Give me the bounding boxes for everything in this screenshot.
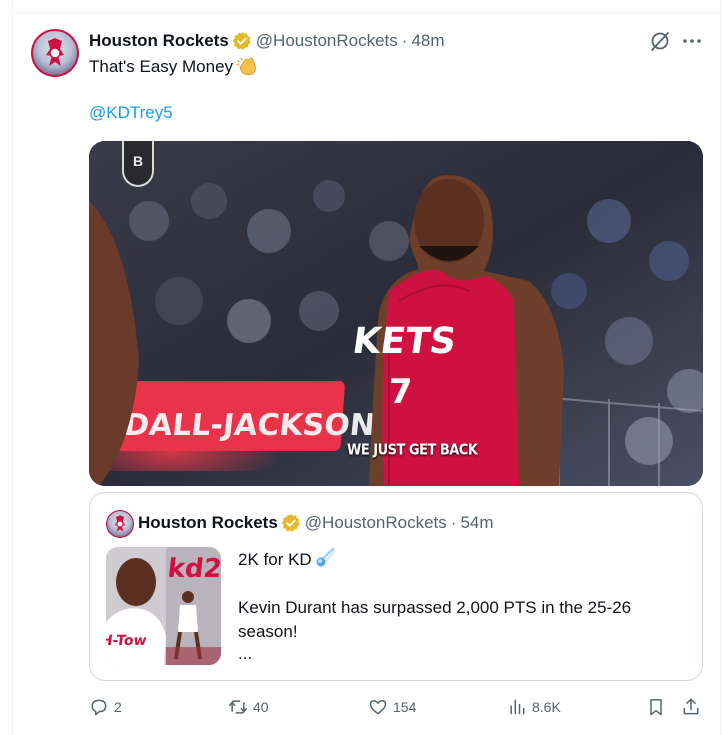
quoted-author-avatar[interactable] <box>106 510 134 538</box>
rockets-mark-icon: B <box>132 153 144 169</box>
svg-text:7: 7 <box>389 372 413 412</box>
quoted-text-body: Kevin Durant has surpassed 2,000 PTS in … <box>238 598 632 641</box>
tweet-header: Houston Rockets @HoustonRockets · 48m <box>89 30 445 52</box>
reply-icon <box>91 699 107 716</box>
quoted-timestamp: 54m <box>460 513 494 532</box>
quoted-text-line1: 2K for KD <box>238 547 336 570</box>
quoted-tweet[interactable]: Houston Rockets @HoustonRockets · 54m kd… <box>89 492 703 681</box>
kd-2k-graphic: kd2k H-Tow <box>106 547 221 665</box>
tweet-text: That's Easy Money <box>89 56 258 78</box>
quoted-author-handle: @HoustonRockets <box>304 513 447 532</box>
like-button[interactable]: 154 <box>368 694 416 720</box>
tweet-text-content: That's Easy Money <box>89 57 234 76</box>
svg-text:NDALL-JACKSON: NDALL-JACKSON <box>97 408 376 443</box>
tweet-video[interactable]: NDALL-JACKSON KETS 7 B WE JUST GET BACK <box>89 141 703 486</box>
bookmark-icon <box>650 699 662 716</box>
author-handle[interactable]: @HoustonRockets <box>256 31 398 51</box>
quoted-tweet-image[interactable]: kd2k H-Tow <box>106 547 221 665</box>
author-avatar[interactable] <box>31 29 79 77</box>
quoted-author-name: Houston Rockets <box>138 513 278 532</box>
quoted-text-title: 2K for KD <box>238 550 312 569</box>
tweet-timestamp[interactable]: 48m <box>411 31 444 51</box>
timeline-divider <box>12 12 721 13</box>
timeline-border-left <box>12 0 13 735</box>
grok-icon[interactable] <box>648 29 672 53</box>
svg-text:H-Tow: H-Tow <box>106 633 148 649</box>
svg-text:kd2k: kd2k <box>166 554 221 584</box>
separator-dot: · <box>401 31 408 50</box>
reply-button[interactable]: 2 <box>89 694 122 720</box>
video-team-logo: B <box>122 141 154 187</box>
clapping-hands-icon <box>236 57 256 76</box>
share-icon <box>683 698 699 715</box>
views-button[interactable]: 8.6K <box>507 694 561 720</box>
separator-dot: · <box>450 513 457 532</box>
verified-badge-icon[interactable] <box>232 31 252 51</box>
quoted-text-ellipsis: ... <box>238 644 253 663</box>
author-name[interactable]: Houston Rockets <box>89 31 229 51</box>
views-chart-icon <box>510 699 525 715</box>
rockets-logo-icon <box>106 510 134 538</box>
video-frame-image: NDALL-JACKSON KETS 7 <box>89 141 703 486</box>
svg-text:KETS: KETS <box>350 319 459 362</box>
views-count: 8.6K <box>532 699 561 715</box>
mention-link[interactable]: @KDTrey5 <box>89 103 173 123</box>
verified-badge-icon <box>281 513 300 532</box>
bookmark-button[interactable] <box>646 694 671 720</box>
comet-icon <box>316 547 335 567</box>
like-count: 154 <box>393 699 417 715</box>
timeline-border-right <box>720 0 721 735</box>
tweet-action-bar: 2 40 154 8.6K <box>89 694 705 720</box>
video-caption: WE JUST GET BACK <box>347 441 478 460</box>
repost-icon <box>228 700 248 714</box>
repost-count: 40 <box>253 699 269 715</box>
repost-button[interactable]: 40 <box>228 694 269 720</box>
reply-count: 2 <box>114 699 122 715</box>
rockets-logo-icon <box>31 29 79 77</box>
heart-icon <box>369 700 387 715</box>
quoted-tweet-header: Houston Rockets @HoustonRockets · 54m <box>138 512 494 534</box>
share-button[interactable] <box>681 694 706 720</box>
more-options-icon[interactable] <box>680 29 704 53</box>
